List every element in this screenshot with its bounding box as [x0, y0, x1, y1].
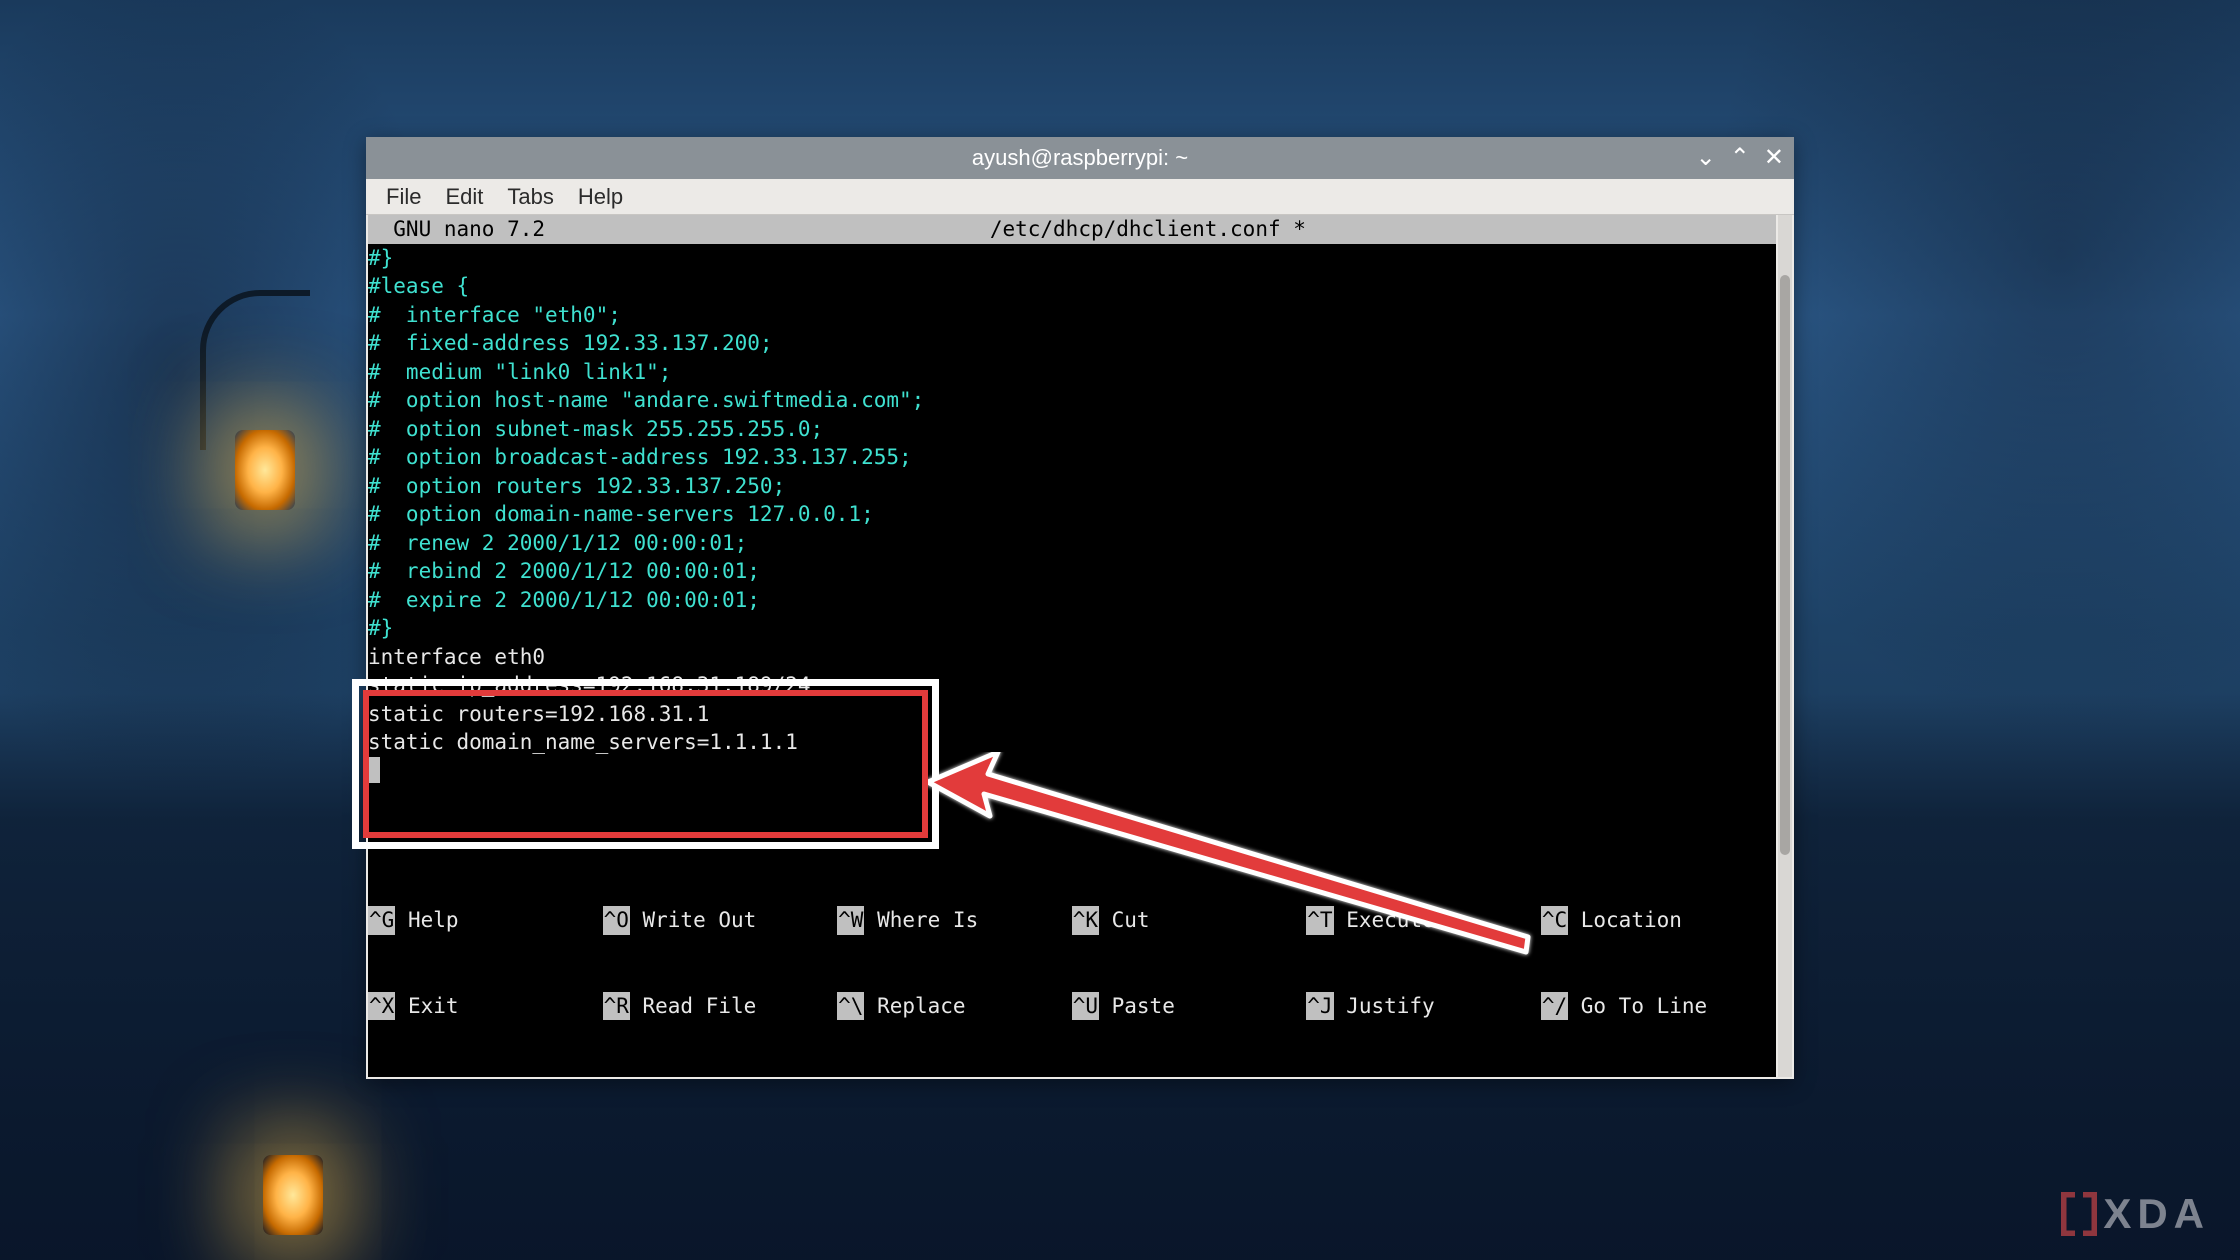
- editor-line: static routers=192.168.31.1: [368, 700, 1776, 729]
- editor-line: # option broadcast-address 192.33.137.25…: [368, 443, 1776, 472]
- editor-line: static ip_address=192.168.31.189/24: [368, 671, 1776, 700]
- window-title: ayush@raspberrypi: ~: [972, 145, 1188, 171]
- shortcut-readfile: ^RRead File: [603, 992, 838, 1021]
- nano-footer: ^GHelp ^OWrite Out ^WWhere Is ^KCut ^TEx…: [368, 849, 1776, 1077]
- editor-body[interactable]: #}#lease {# interface "eth0";# fixed-add…: [368, 244, 1776, 786]
- wallpaper-lantern: [235, 430, 295, 510]
- shortcut-exit: ^XExit: [368, 992, 603, 1021]
- terminal-window: ayush@raspberrypi: ~ ⌄ ⌃ ✕ File Edit Tab…: [366, 137, 1794, 1079]
- editor-line: # option host-name "andare.swiftmedia.co…: [368, 386, 1776, 415]
- editor-line: # renew 2 2000/1/12 00:00:01;: [368, 529, 1776, 558]
- window-controls: ⌄ ⌃ ✕: [1696, 137, 1784, 179]
- maximize-icon[interactable]: ⌃: [1730, 146, 1750, 170]
- menu-help[interactable]: Help: [568, 180, 633, 214]
- editor-line: static domain_name_servers=1.1.1.1: [368, 728, 1776, 757]
- cursor-icon: [368, 757, 380, 782]
- menu-file[interactable]: File: [376, 180, 431, 214]
- shortcut-execute: ^TExecute: [1306, 906, 1541, 935]
- scrollbar-thumb[interactable]: [1780, 275, 1790, 855]
- editor-line: #lease {: [368, 272, 1776, 301]
- terminal[interactable]: GNU nano 7.2 /etc/dhcp/dhclient.conf * #…: [368, 215, 1776, 1077]
- scrollbar[interactable]: [1778, 215, 1792, 1077]
- close-icon[interactable]: ✕: [1764, 146, 1784, 170]
- wallpaper-pole: [200, 290, 310, 450]
- shortcut-writeout: ^OWrite Out: [603, 906, 838, 935]
- shortcut-whereis: ^WWhere Is: [837, 906, 1072, 935]
- wallpaper-lantern-reflection: [263, 1155, 323, 1235]
- editor-line: # option domain-name-servers 127.0.0.1;: [368, 500, 1776, 529]
- nano-filepath: /etc/dhcp/dhclient.conf *: [545, 215, 1751, 244]
- shortcut-location: ^CLocation: [1541, 906, 1776, 935]
- shortcut-replace: ^\Replace: [837, 992, 1072, 1021]
- editor-line: # expire 2 2000/1/12 00:00:01;: [368, 586, 1776, 615]
- editor-line: interface eth0: [368, 643, 1776, 672]
- editor-cursor-line: [368, 757, 1776, 786]
- editor-line: # option routers 192.33.137.250;: [368, 472, 1776, 501]
- menu-tabs[interactable]: Tabs: [497, 180, 563, 214]
- shortcut-row: ^XExit ^RRead File ^\Replace ^UPaste ^JJ…: [368, 992, 1776, 1021]
- nano-app-name: GNU nano 7.2: [368, 215, 545, 244]
- editor-line: #}: [368, 614, 1776, 643]
- editor-line: # interface "eth0";: [368, 301, 1776, 330]
- editor-line: # option subnet-mask 255.255.255.0;: [368, 415, 1776, 444]
- logo-bracket-icon: [2061, 1192, 2097, 1236]
- shortcut-row: ^GHelp ^OWrite Out ^WWhere Is ^KCut ^TEx…: [368, 906, 1776, 935]
- shortcut-gotoline: ^/Go To Line: [1541, 992, 1776, 1021]
- shortcut-help: ^GHelp: [368, 906, 603, 935]
- terminal-wrap: GNU nano 7.2 /etc/dhcp/dhclient.conf * #…: [366, 215, 1794, 1079]
- editor-line: #}: [368, 244, 1776, 273]
- nano-header: GNU nano 7.2 /etc/dhcp/dhclient.conf *: [368, 215, 1776, 244]
- logo-text: XDA: [2103, 1190, 2210, 1238]
- menubar: File Edit Tabs Help: [366, 179, 1794, 215]
- editor-line: # fixed-address 192.33.137.200;: [368, 329, 1776, 358]
- shortcut-justify: ^JJustify: [1306, 992, 1541, 1021]
- shortcut-paste: ^UPaste: [1072, 992, 1307, 1021]
- editor-line: # rebind 2 2000/1/12 00:00:01;: [368, 557, 1776, 586]
- xda-logo: XDA: [2061, 1190, 2210, 1238]
- menu-edit[interactable]: Edit: [435, 180, 493, 214]
- shortcut-cut: ^KCut: [1072, 906, 1307, 935]
- window-titlebar[interactable]: ayush@raspberrypi: ~ ⌄ ⌃ ✕: [366, 137, 1794, 179]
- editor-line: # medium "link0 link1";: [368, 358, 1776, 387]
- minimize-icon[interactable]: ⌄: [1696, 146, 1716, 170]
